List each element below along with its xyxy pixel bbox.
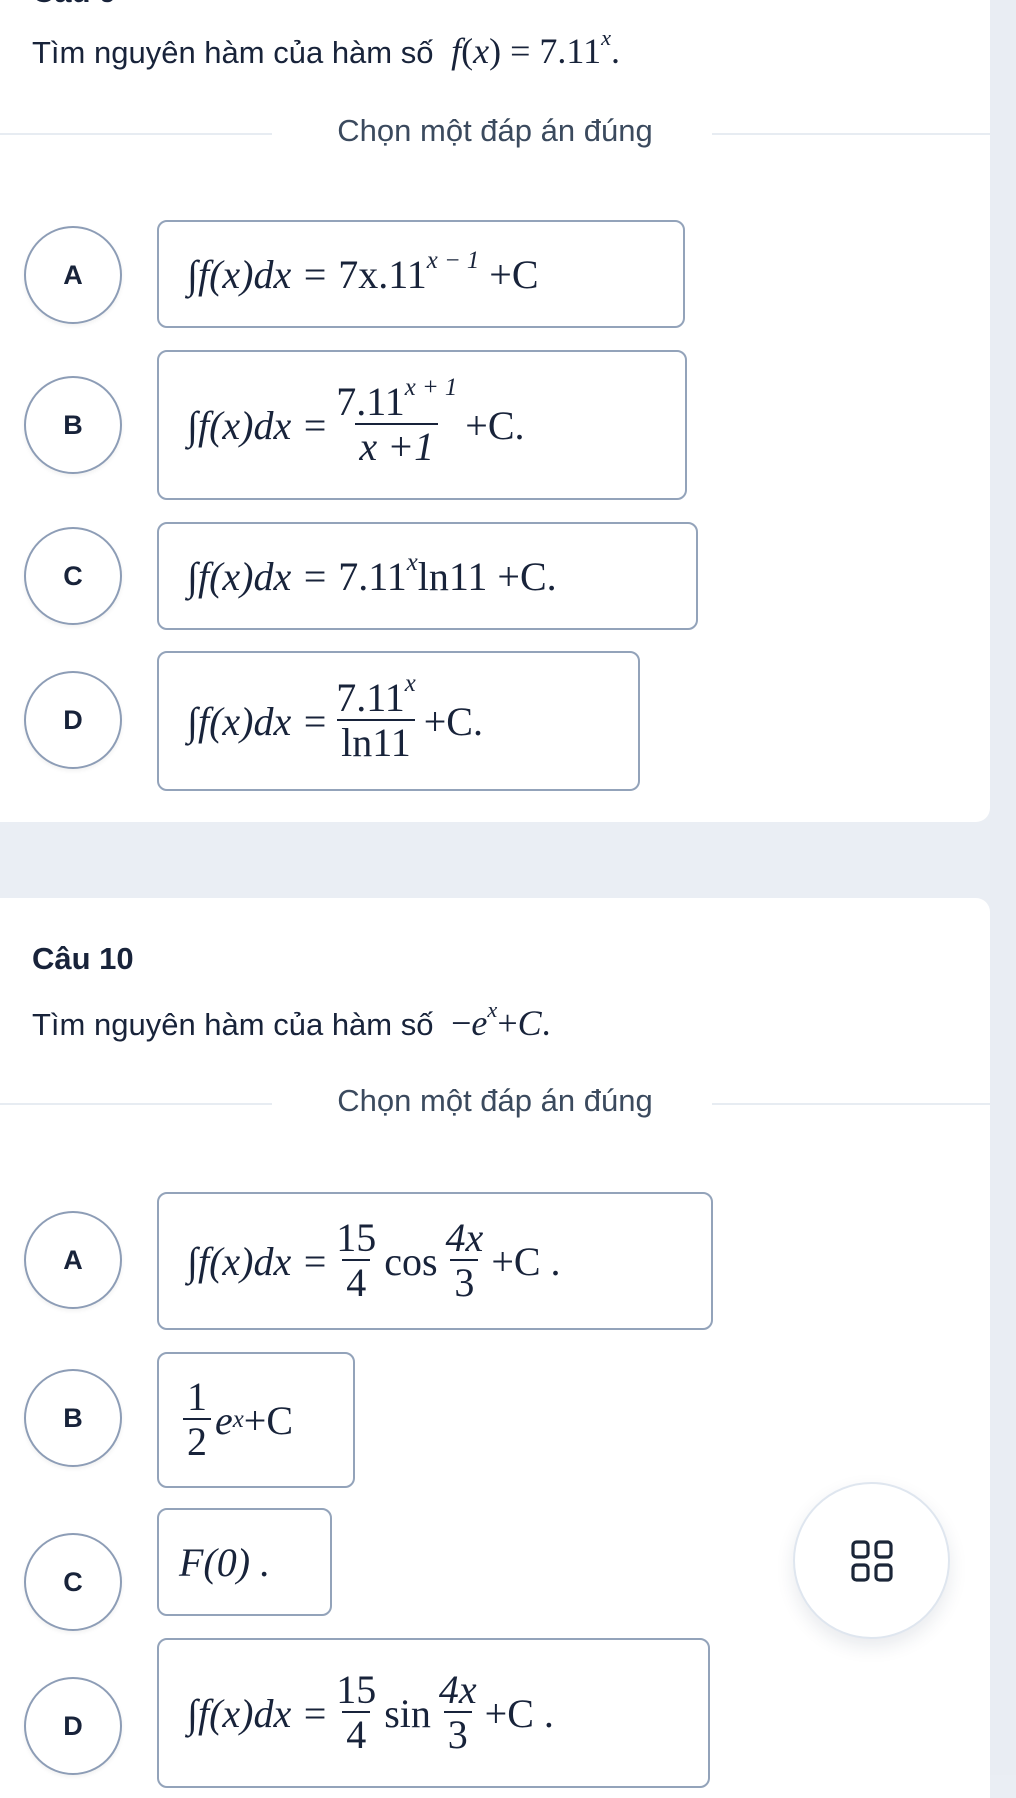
numerator: 15 <box>336 1215 377 1260</box>
option-a-radio[interactable]: A <box>24 1211 122 1309</box>
question-card-10: Câu 10 Tìm nguyên hàm của hàm số −ex+C. … <box>0 898 990 1798</box>
option-c-answer[interactable]: F(0) . <box>157 1508 332 1616</box>
expr-tail: +C . <box>491 1238 561 1284</box>
question-heading: Câu 10 <box>32 941 134 976</box>
numerator: 7.11x + 1 <box>332 375 461 424</box>
num-base: 7.11 <box>336 379 405 424</box>
expr-base: 7x.11 <box>338 251 427 297</box>
denominator: ln11 <box>337 719 415 765</box>
prompt-text: Tìm nguyên hàm của hàm số <box>32 1007 434 1042</box>
fraction: 1 2 <box>183 1376 211 1464</box>
option-c-answer[interactable]: ∫f(x)dx = 7.11xln11 +C. <box>157 522 698 630</box>
expr-tail: ln11 +C. <box>417 553 557 599</box>
numerator: 15 <box>336 1667 377 1712</box>
option-a-answer[interactable]: ∫f(x)dx = 7x.11x − 1 +C <box>157 220 685 328</box>
prompt-math: f(x) = 7.11x. <box>442 25 620 71</box>
divider-label: Chọn một đáp án đúng <box>337 1083 653 1118</box>
option-d-answer[interactable]: ∫f(x)dx = 7.11x ln11 +C. <box>157 651 640 791</box>
expr-tail: +C. <box>423 698 483 744</box>
denominator: x +1 <box>355 423 439 469</box>
expr-tail: +C . <box>484 1690 554 1736</box>
option-d-radio[interactable]: D <box>24 671 122 769</box>
trig-function: cos <box>384 1238 438 1284</box>
question-prompt: Tìm nguyên hàm của hàm số f(x) = 7.11x. <box>32 25 620 72</box>
integral-lhs: ∫f(x)dx = <box>187 402 329 448</box>
denominator: 4 <box>342 1711 371 1757</box>
expr-tail: +C <box>489 251 539 297</box>
expr-base: e <box>215 1397 233 1443</box>
option-c-math: ∫f(x)dx = 7.11xln11 +C. <box>187 550 557 600</box>
fraction: 4x 3 <box>442 1217 488 1305</box>
answer-divider: Chọn một đáp án đúng <box>0 113 990 148</box>
denominator: 4 <box>342 1259 371 1305</box>
question-navigator-button[interactable] <box>793 1482 950 1639</box>
answer-divider: Chọn một đáp án đúng <box>0 1083 990 1118</box>
num-base: 7.11 <box>336 675 405 720</box>
question-heading: Câu 9 <box>32 0 116 10</box>
option-d-math: ∫f(x)dx = 15 4 sin 4x 3 +C . <box>187 1669 554 1757</box>
integral-lhs: ∫f(x)dx = <box>187 698 329 744</box>
option-b-answer[interactable]: 1 2 e x +C <box>157 1352 355 1488</box>
option-a-answer[interactable]: ∫f(x)dx = 15 4 cos 4x 3 +C . <box>157 1192 713 1330</box>
numerator: 4x <box>445 1215 484 1260</box>
integral-lhs: ∫f(x)dx = <box>187 251 329 297</box>
denominator: 3 <box>450 1259 479 1305</box>
option-d-radio[interactable]: D <box>24 1677 122 1775</box>
grid-icon <box>850 1539 893 1582</box>
prompt-text: Tìm nguyên hàm của hàm số <box>32 35 434 70</box>
scrollbar-track[interactable] <box>990 0 1016 1775</box>
option-a-math: ∫f(x)dx = 15 4 cos 4x 3 +C . <box>187 1217 561 1305</box>
fraction: 15 4 <box>332 1217 380 1305</box>
option-b-radio[interactable]: B <box>24 1369 122 1467</box>
numerator: 1 <box>187 1374 207 1419</box>
fraction: 7.11x + 1 x +1 <box>332 375 461 469</box>
numerator: 4x <box>438 1667 477 1712</box>
option-a-math: ∫f(x)dx = 7x.11x − 1 +C <box>187 248 539 298</box>
integral-lhs: ∫f(x)dx = <box>187 553 329 599</box>
option-d-math: ∫f(x)dx = 7.11x ln11 +C. <box>187 671 483 765</box>
option-a-radio[interactable]: A <box>24 226 122 324</box>
fraction: 4x 3 <box>435 1669 481 1757</box>
trig-function: sin <box>384 1690 431 1736</box>
expr-base: 7.11 <box>338 553 407 599</box>
expr-exponent: x − 1 <box>426 246 480 274</box>
option-d-answer[interactable]: ∫f(x)dx = 15 4 sin 4x 3 +C . <box>157 1638 710 1788</box>
option-c-math: F(0) . <box>179 1539 271 1585</box>
numerator: 7.11x <box>332 671 420 720</box>
fraction: 15 4 <box>332 1669 380 1757</box>
option-b-math: ∫f(x)dx = 7.11x + 1 x +1 +C. <box>187 375 525 469</box>
denominator: 2 <box>183 1418 211 1464</box>
integral-lhs: ∫f(x)dx = <box>187 1238 329 1284</box>
option-c-radio[interactable]: C <box>24 527 122 625</box>
option-c-radio[interactable]: C <box>24 1533 122 1631</box>
expr-tail: +C. <box>465 402 525 448</box>
num-exponent: x + 1 <box>404 374 458 402</box>
option-b-answer[interactable]: ∫f(x)dx = 7.11x + 1 x +1 +C. <box>157 350 687 500</box>
question-card-9: Câu 9 Tìm nguyên hàm của hàm số f(x) = 7… <box>0 0 990 822</box>
question-prompt: Tìm nguyên hàm của hàm số −ex+C. <box>32 997 551 1044</box>
option-b-math: 1 2 e x +C <box>179 1376 293 1464</box>
num-exponent: x <box>404 670 416 698</box>
integral-lhs: ∫f(x)dx = <box>187 1690 329 1736</box>
fraction: 7.11x ln11 <box>332 671 420 765</box>
denominator: 3 <box>443 1711 472 1757</box>
divider-label: Chọn một đáp án đúng <box>337 113 653 148</box>
expr-exponent: x <box>406 548 418 576</box>
prompt-math: −ex+C. <box>451 997 551 1043</box>
expr-tail: +C <box>243 1397 294 1443</box>
option-b-radio[interactable]: B <box>24 376 122 474</box>
